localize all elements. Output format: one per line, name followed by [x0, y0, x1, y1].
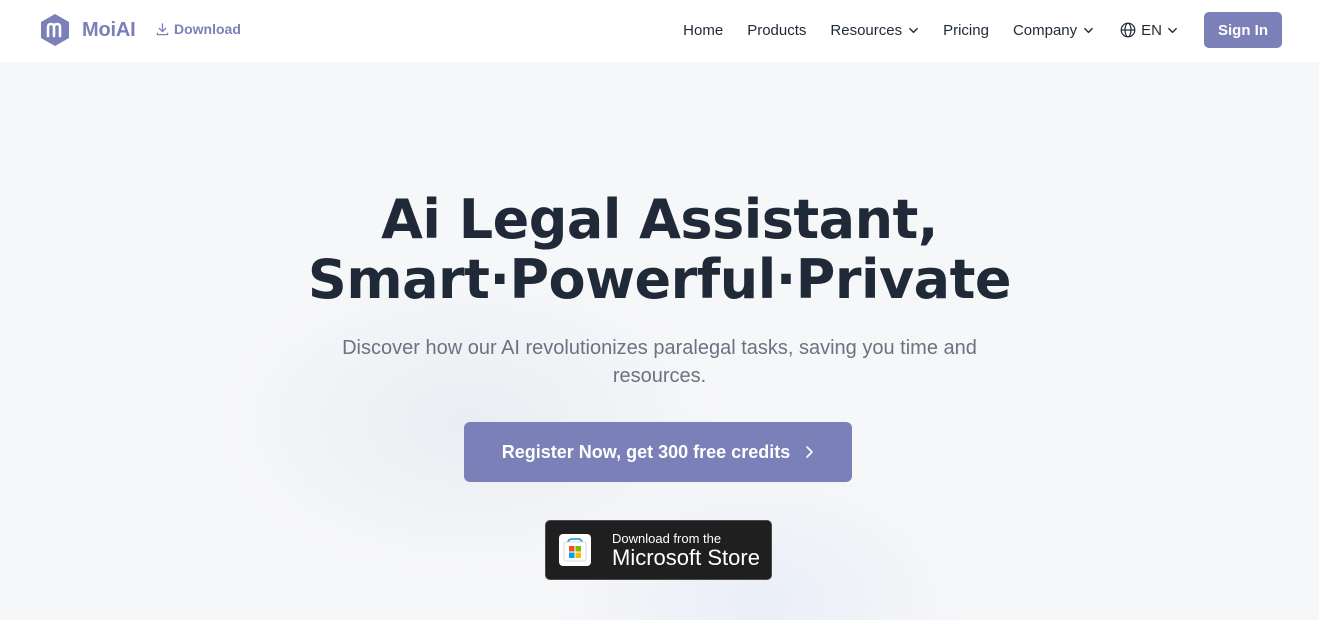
- nav-item-products[interactable]: Products: [747, 22, 806, 39]
- hero-headline: Ai Legal Assistant, Smart·Powerful·Priva…: [0, 190, 1319, 310]
- chevron-down-icon: [1084, 27, 1094, 33]
- chevron-right-icon: [806, 446, 814, 458]
- nav-item-label: Resources: [830, 21, 903, 39]
- globe-icon: [1120, 22, 1136, 38]
- store-badge-text: Download from the Microsoft Store: [612, 530, 760, 570]
- headline-line-1: Ai Legal Assistant,: [381, 188, 938, 251]
- download-label: Download: [174, 21, 241, 37]
- nav-item-home[interactable]: Home: [683, 22, 723, 39]
- moiai-logo-icon: [41, 14, 69, 46]
- nav-item-label: Pricing: [943, 21, 989, 39]
- language-selector[interactable]: EN: [1120, 22, 1178, 39]
- download-icon: [156, 22, 169, 35]
- nav-item-pricing[interactable]: Pricing: [943, 22, 989, 39]
- microsoft-store-badge[interactable]: Download from the Microsoft Store: [545, 520, 772, 580]
- main-nav: Home Products Resources Pricing Company: [683, 12, 1282, 48]
- register-button-label: Register Now, get 300 free credits: [501, 441, 791, 462]
- store-badge-small: Download from the: [612, 531, 722, 546]
- top-navbar: MoiAI Download Home Products Resources P…: [0, 0, 1319, 62]
- register-button[interactable]: Register Now, get 300 free credits: [464, 422, 852, 482]
- brand-name: MoiAI: [82, 18, 136, 41]
- nav-item-label: Company: [1012, 21, 1078, 39]
- store-badge-large: Microsoft Store: [612, 545, 760, 570]
- microsoft-store-icon: [559, 534, 591, 566]
- hero-section: Ai Legal Assistant, Smart·Powerful·Priva…: [0, 62, 1319, 620]
- hero-subtitle: Discover how our AI revolutionizes paral…: [342, 337, 977, 387]
- nav-item-company[interactable]: Company: [1013, 22, 1094, 39]
- nav-item-label: Products: [747, 21, 807, 39]
- brand-home-link[interactable]: MoiAI: [38, 13, 136, 47]
- language-label: EN: [1141, 21, 1162, 39]
- chevron-down-icon: [1168, 27, 1177, 33]
- chevron-down-icon: [909, 27, 918, 33]
- headline-line-2: Smart·Powerful·Private: [307, 248, 1012, 311]
- nav-item-label: Home: [683, 21, 724, 39]
- download-link[interactable]: Download: [156, 21, 241, 37]
- nav-item-resources[interactable]: Resources: [830, 22, 919, 39]
- sign-in-button[interactable]: Sign In: [1204, 12, 1282, 48]
